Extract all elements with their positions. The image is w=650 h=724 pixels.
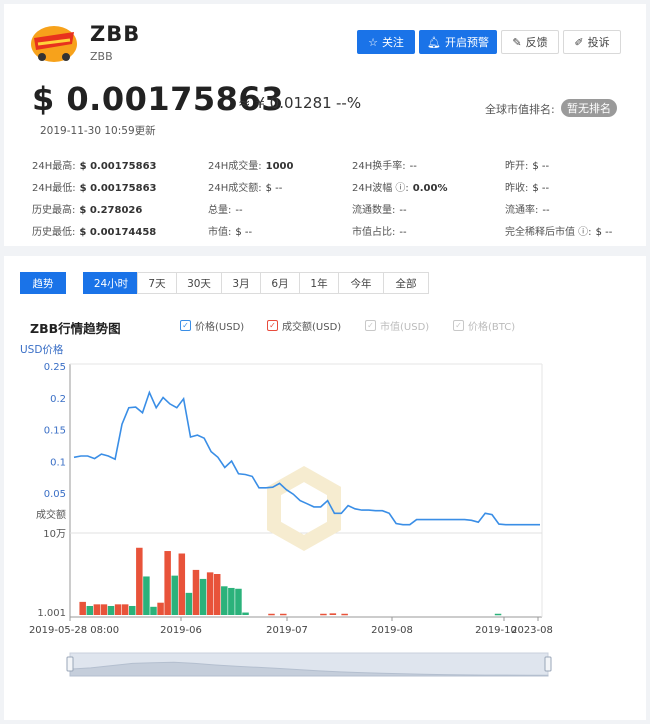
- volume-bar: [280, 613, 287, 616]
- stat-circ: 流通数量: --: [352, 205, 407, 216]
- stat-mcap-share: 市值占比: --: [352, 227, 407, 238]
- volume-bar: [86, 605, 94, 615]
- volume-bar: [221, 586, 228, 615]
- price-line: [73, 390, 540, 526]
- stat-low24: 24H最低: $ 0.00175863: [32, 183, 157, 194]
- volume-bar: [93, 604, 101, 615]
- volume-bar: [79, 601, 86, 615]
- star-icon: ☆: [368, 35, 378, 49]
- volume-tick-label: 10万: [43, 529, 66, 540]
- pen-icon: ✐: [574, 35, 584, 49]
- y-axis-label: USD价格: [20, 343, 64, 356]
- x-tick-label: 2019-06: [160, 625, 202, 636]
- stat-close: 昨收: $ --: [505, 183, 550, 194]
- stat-atl: 历史最低: $ 0.00174458: [32, 227, 157, 238]
- update-time: 2019-11-30 10:59更新: [40, 125, 156, 137]
- volume-bar: [114, 604, 122, 615]
- stat-ath: 历史最高: $ 0.278026: [32, 205, 143, 216]
- x-tick-label: 2023-08: [511, 625, 553, 636]
- price-cny: ≈ ¥ 0.01281: [238, 94, 332, 112]
- volume-bar: [100, 604, 108, 615]
- stat-circ-rate: 流通率: --: [505, 205, 550, 216]
- stat-amount24: 24H成交额: $ --: [208, 183, 283, 194]
- volume-bar: [268, 613, 275, 616]
- volume-bar: [150, 606, 157, 615]
- feedback-button[interactable]: ✎ 反馈: [501, 30, 559, 54]
- volume-bar: [164, 551, 171, 615]
- coin-logo: [31, 26, 77, 62]
- coin-symbol: ZBB: [90, 50, 113, 63]
- x-tick-label: 2019-08: [371, 625, 413, 636]
- volume-bar: [178, 553, 186, 615]
- volume-bar: [121, 604, 129, 615]
- stat-vol24: 24H成交量: 1000: [208, 161, 294, 172]
- x-tick-label: 2019-07: [266, 625, 308, 636]
- stat-turnover: 24H换手率: --: [352, 161, 417, 172]
- price-alert-button[interactable]: 🔔︎ 开启预警: [419, 30, 497, 54]
- x-tick-label: 2019-05-28 08:00: [29, 625, 119, 636]
- volume-bar: [341, 613, 348, 616]
- navigator-right-handle[interactable]: [544, 656, 552, 672]
- stat-high24: 24H最高: $ 0.00175863: [32, 161, 157, 172]
- volume-bar: [171, 575, 178, 615]
- rank-label: 全球市值排名:: [485, 103, 555, 116]
- volume-bar: [494, 613, 502, 616]
- volume-tick-label: 1.001: [37, 608, 66, 619]
- volume-bar: [235, 588, 242, 615]
- volume-axis-label: 成交额: [36, 508, 66, 521]
- feedback-label: 反馈: [525, 36, 548, 49]
- rank-badge: 暂无排名: [561, 99, 617, 117]
- follow-button[interactable]: ☆ 关注: [357, 30, 415, 54]
- volume-bar: [320, 613, 327, 616]
- volume-bar: [329, 613, 337, 615]
- trend-chart[interactable]: USD价格 0.25 0.2 0.15 0.1 0.05 成交额 10万 1.001 2019-0…: [4, 256, 646, 720]
- complain-button[interactable]: ✐ 投诉: [563, 30, 621, 54]
- bell-icon: 🔔︎: [427, 35, 441, 49]
- stat-open: 昨开: $ --: [505, 161, 550, 172]
- volume-bar: [136, 547, 143, 615]
- volume-bar: [192, 569, 200, 615]
- volume-bar: [107, 605, 115, 615]
- stat-supply: 总量: --: [208, 205, 243, 216]
- y-tick-label: 0.05: [44, 489, 66, 500]
- y-tick-label: 0.25: [44, 362, 66, 373]
- follow-label: 关注: [381, 36, 404, 49]
- volume-bar: [228, 587, 235, 615]
- volume-bar: [242, 612, 249, 615]
- stat-fdv: 完全稀释后市值 ⓘ: $ --: [505, 227, 613, 238]
- y-tick-label: 0.15: [44, 426, 66, 437]
- edit-icon: ✎: [512, 35, 522, 49]
- volume-bar: [213, 574, 221, 615]
- chart-card: 趋势 24小时 7天 30天 3月 6月 1年 今年 全部 ZBB行情趋势图 ✓ 价格(USD…: [4, 256, 646, 720]
- alert-label: 开启预警: [444, 36, 489, 49]
- price-change: --%: [336, 94, 362, 112]
- coin-header-card: ZBB ZBB ☆ 关注 🔔︎ 开启预警 ✎ 反馈 ✐ 投诉 $ 0.00175863 …: [4, 4, 646, 246]
- stat-amplitude: 24H波幅 ⓘ: 0.00%: [352, 183, 448, 194]
- complain-label: 投诉: [587, 36, 610, 49]
- y-tick-label: 0.1: [50, 457, 66, 468]
- stat-mcap: 市值: $ --: [208, 227, 253, 238]
- navigator-left-handle[interactable]: [66, 656, 74, 672]
- volume-bar: [206, 572, 214, 615]
- volume-bar: [185, 592, 193, 615]
- volume-bar: [129, 605, 136, 615]
- coin-name: ZBB: [90, 22, 141, 46]
- y-tick-label: 0.2: [50, 394, 66, 405]
- volume-bar: [157, 602, 164, 615]
- volume-bar: [199, 578, 207, 615]
- volume-bar: [143, 576, 150, 615]
